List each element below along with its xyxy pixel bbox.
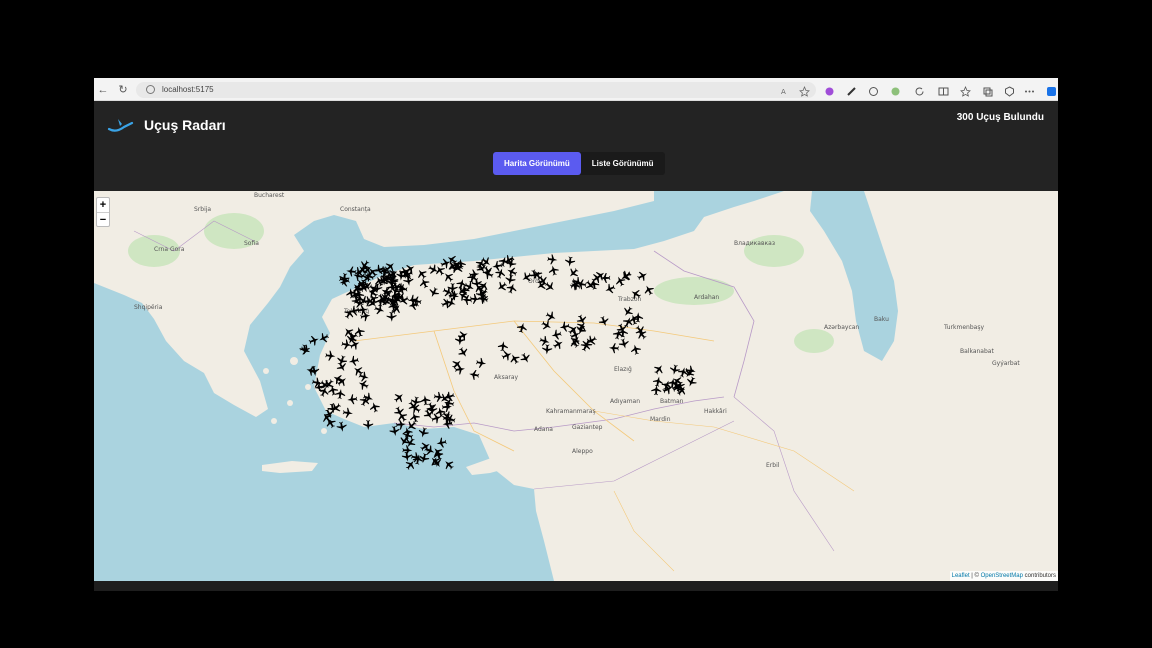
favorite-star-icon[interactable] — [799, 84, 810, 97]
tab-list-view[interactable]: Liste Görünümü — [581, 152, 665, 175]
flight-count-label: 300 Uçuş Bulundu — [956, 112, 1044, 123]
osm-link[interactable]: OpenStreetMap — [981, 573, 1023, 579]
map-label: Baku — [874, 316, 889, 323]
airplane-logo-icon — [106, 113, 136, 140]
map-label: Shqipëria — [134, 304, 163, 311]
map-tiles: Constanța Bucharest Kahramanmaraş Adana Aksa… — [94, 191, 1058, 581]
airplane-icon[interactable] — [305, 365, 317, 377]
map-label: Hakkâri — [704, 408, 727, 415]
split-screen-icon[interactable] — [938, 84, 949, 96]
airplane-icon[interactable] — [308, 334, 321, 347]
airplane-icon[interactable] — [436, 437, 448, 449]
extension-icon-2[interactable] — [868, 84, 879, 96]
map-label: Trabzon — [617, 296, 642, 303]
airplane-icon[interactable] — [336, 421, 348, 433]
map-attribution: Leaflet | © OpenStreetMap contributors — [949, 571, 1058, 581]
copilot-icon[interactable] — [1046, 84, 1057, 96]
pen-icon[interactable] — [846, 84, 857, 96]
attribution-separator: | © — [969, 573, 981, 579]
favorites-icon[interactable] — [960, 84, 971, 97]
map-label: Constanța — [340, 206, 371, 213]
address-bar[interactable]: localhost:5175 — [136, 82, 816, 98]
map-label: Erbil — [766, 462, 780, 469]
leaflet-link[interactable]: Leaflet — [952, 573, 970, 579]
svg-text:A: A — [781, 88, 786, 96]
airplane-icon[interactable] — [410, 452, 422, 463]
zoom-control: + − — [96, 197, 110, 227]
browser-window: ← ↻ localhost:5175 A Uçuş Radarı 300 Uçu… — [94, 78, 1058, 591]
map-label: Srbija — [194, 206, 211, 213]
map-label: Sofia — [244, 240, 259, 247]
back-icon[interactable]: ← — [96, 83, 110, 97]
map-label: Turkmenbaşy — [943, 324, 984, 331]
map-label: Владикавказ — [734, 240, 775, 247]
page-bottom — [94, 581, 1058, 591]
airplane-icon[interactable] — [389, 425, 401, 437]
more-menu-icon[interactable] — [1024, 84, 1035, 95]
read-aloud-icon[interactable]: A — [780, 84, 791, 96]
airplane-icon[interactable] — [412, 454, 423, 465]
map-label: Adıyaman — [610, 398, 640, 405]
refresh-extension-icon[interactable] — [914, 84, 925, 96]
map-label: Gaziantep — [572, 424, 603, 431]
map-label: Kahramanmaraş — [546, 408, 596, 415]
tab-map-view[interactable]: Harita Görünümü — [493, 152, 581, 175]
browser-essentials-icon[interactable] — [1004, 84, 1015, 97]
zoom-out-button[interactable]: − — [97, 212, 109, 226]
map-label: Azərbaycan — [824, 324, 859, 331]
map-label: Balkanabat — [960, 348, 994, 355]
map-label: Gyýarbat — [992, 360, 1020, 367]
app-header: Uçuş Radarı 300 Uçuş Bulundu Harita Görü… — [94, 101, 1058, 191]
reload-icon[interactable]: ↻ — [116, 83, 130, 97]
browser-toolbar: ← ↻ localhost:5175 A — [94, 78, 1058, 101]
map-label: Batman — [660, 398, 684, 405]
collections-icon[interactable] — [982, 84, 993, 97]
map-label: Ardahan — [694, 294, 719, 301]
map-label: Bucharest — [254, 192, 285, 199]
attribution-tail: contributors — [1022, 573, 1056, 579]
map-label: Adana — [534, 426, 553, 433]
map-label: Aleppo — [572, 448, 593, 455]
address-url: localhost:5175 — [162, 85, 214, 94]
airplane-icon[interactable] — [358, 258, 372, 272]
airplane-icon[interactable] — [299, 344, 310, 355]
app-title: Uçuş Radarı — [144, 117, 226, 133]
airplane-icon[interactable] — [402, 445, 413, 456]
extension-icon-3[interactable] — [890, 84, 901, 96]
zoom-in-button[interactable]: + — [97, 198, 109, 212]
info-icon[interactable] — [146, 85, 155, 94]
map-label: Aksaray — [494, 374, 519, 381]
flight-map[interactable]: Constanța Bucharest Kahramanmaraş Adana Aksa… — [94, 191, 1058, 581]
map-label: Elazığ — [614, 366, 632, 373]
map-label: Crna Gora — [154, 246, 185, 253]
airplane-icon[interactable] — [442, 458, 456, 472]
extension-icon[interactable] — [824, 84, 835, 96]
map-label: Mardin — [650, 416, 671, 423]
view-toggle: Harita Görünümü Liste Görünümü — [493, 152, 665, 175]
